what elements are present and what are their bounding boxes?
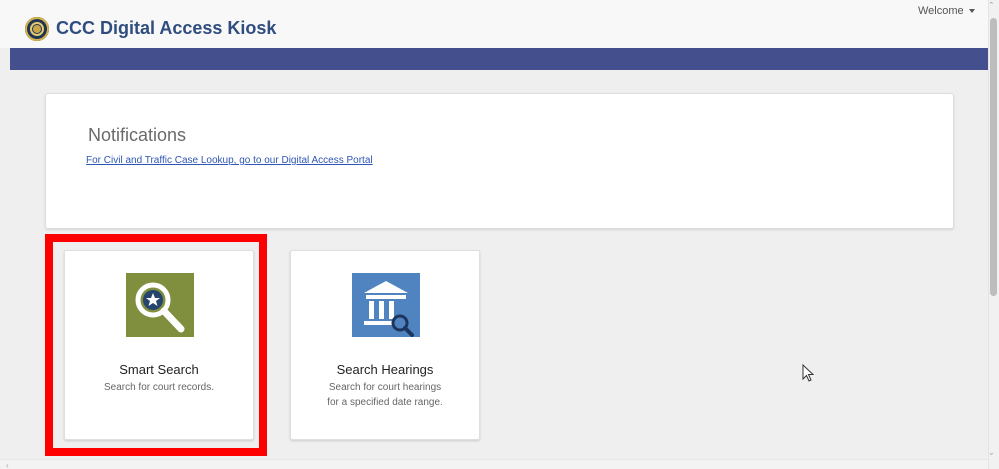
navigation-bar bbox=[10, 48, 988, 70]
scrollbar-thumb[interactable] bbox=[990, 18, 997, 296]
mouse-pointer-icon bbox=[802, 364, 814, 382]
search-hearings-description-line-2: for a specified date range. bbox=[327, 397, 443, 408]
smart-search-description-line: Search for court records. bbox=[103, 382, 215, 393]
magnifier-star-icon bbox=[126, 273, 194, 337]
scroll-up-icon[interactable]: ˆ bbox=[990, 0, 993, 12]
search-hearings-title: Search Hearings bbox=[336, 362, 434, 377]
scroll-left-icon[interactable]: ‹ bbox=[6, 461, 9, 469]
scroll-down-icon[interactable]: ˇ bbox=[990, 451, 993, 463]
search-hearings-description-line-1: Search for court hearings bbox=[328, 382, 442, 393]
court-seal-icon bbox=[25, 17, 49, 41]
search-hearings-description: Search for court hearings for a specifie… bbox=[291, 380, 479, 410]
smart-search-title: Smart Search bbox=[119, 362, 199, 377]
courthouse-search-icon bbox=[352, 273, 420, 337]
welcome-label: Welcome bbox=[918, 5, 964, 17]
horizontal-scrollbar[interactable] bbox=[0, 459, 988, 469]
app-title: CCC Digital Access Kiosk bbox=[56, 18, 277, 38]
notifications-title: Notifications bbox=[88, 125, 187, 145]
search-hearings-tile[interactable]: Search Hearings Search for court hearing… bbox=[290, 250, 480, 440]
welcome-menu[interactable]: Welcome bbox=[918, 5, 975, 17]
notifications-card: Notifications For Civil and Traffic Case… bbox=[45, 93, 954, 229]
smart-search-tile[interactable]: Smart Search Search for court records. bbox=[64, 250, 254, 440]
kiosk-page: CCC Digital Access Kiosk Welcome Notific… bbox=[0, 0, 999, 469]
chevron-down-icon bbox=[968, 9, 975, 14]
smart-search-description: Search for court records. bbox=[65, 380, 253, 395]
digital-access-portal-link[interactable]: For Civil and Traffic Case Lookup, go to… bbox=[86, 155, 373, 166]
app-header: CCC Digital Access Kiosk Welcome bbox=[0, 0, 988, 48]
